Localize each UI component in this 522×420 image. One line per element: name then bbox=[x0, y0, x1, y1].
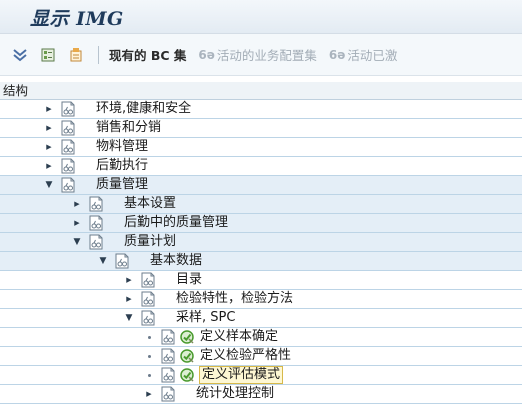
documentation-icon[interactable] bbox=[60, 120, 76, 136]
expand-node-icon[interactable]: ▶ bbox=[124, 271, 134, 289]
structure-header: 结构 bbox=[0, 82, 522, 100]
expand-node-icon[interactable]: ▶ bbox=[144, 385, 154, 403]
tree-node-label[interactable]: 定义样本确定 bbox=[200, 328, 278, 346]
tree-row[interactable]: ▶ 环境,健康和安全 bbox=[0, 100, 522, 119]
expand-node-icon[interactable]: ▶ bbox=[72, 214, 82, 232]
documentation-icon[interactable] bbox=[60, 101, 76, 117]
documentation-icon[interactable] bbox=[140, 291, 156, 307]
execute-activity-icon[interactable] bbox=[179, 348, 195, 364]
tree-row[interactable]: ▼ 采样, SPC bbox=[0, 309, 522, 328]
application-toolbar: 现有的 BC 集 6ə 活动的业务配置集 6ə 活动已激 bbox=[0, 34, 522, 76]
tree-node-label[interactable]: 环境,健康和安全 bbox=[96, 100, 191, 118]
activated-label: 活动已激 bbox=[347, 48, 398, 63]
tree-node-label[interactable]: 定义检验严格性 bbox=[200, 347, 291, 365]
tree-row[interactable]: ▶ 检验特性，检验方法 bbox=[0, 290, 522, 309]
tree-row[interactable]: 定义检验严格性 bbox=[0, 347, 522, 366]
toolbar-separator bbox=[98, 45, 99, 64]
glasses-icon: 6ə bbox=[328, 47, 346, 62]
title-bar: 显示 IMG bbox=[0, 0, 522, 34]
leaf-bullet-icon bbox=[148, 336, 151, 339]
glasses-icon: 6ə bbox=[198, 47, 215, 62]
execute-activity-icon[interactable] bbox=[179, 367, 195, 383]
tree-row[interactable]: ▶ 销售和分销 bbox=[0, 119, 522, 138]
window-title: 显示 IMG bbox=[30, 8, 124, 30]
tree-row[interactable]: ▶ 基本设置 bbox=[0, 195, 522, 214]
tree-row[interactable]: 定义样本确定 bbox=[0, 328, 522, 347]
tree-row[interactable]: 定义评估模式 bbox=[0, 366, 522, 385]
tree-node-label[interactable]: 销售和分销 bbox=[96, 119, 161, 137]
activated-button[interactable]: 6ə 活动已激 bbox=[329, 45, 398, 64]
documentation-icon[interactable] bbox=[140, 272, 156, 288]
documentation-icon[interactable] bbox=[88, 215, 104, 231]
expand-node-icon[interactable]: ▶ bbox=[124, 290, 134, 308]
tree-row[interactable]: ▶ 物料管理 bbox=[0, 138, 522, 157]
expand-node-icon[interactable]: ▶ bbox=[44, 157, 54, 175]
tree-row[interactable]: ▶ 后勤中的质量管理 bbox=[0, 214, 522, 233]
documentation-icon[interactable] bbox=[140, 310, 156, 326]
documentation-icon[interactable] bbox=[160, 367, 176, 383]
documentation-icon[interactable] bbox=[160, 348, 176, 364]
collapse-node-icon[interactable]: ▼ bbox=[98, 252, 108, 270]
tree-node-label[interactable]: 统计处理控制 bbox=[196, 385, 274, 403]
tree-node-label[interactable]: 基本设置 bbox=[124, 195, 176, 213]
tree-node-label[interactable]: 目录 bbox=[176, 271, 202, 289]
tree-row[interactable]: ▶ 统计处理控制 bbox=[0, 385, 522, 404]
bookmark-icon[interactable] bbox=[40, 47, 56, 63]
execute-activity-icon[interactable] bbox=[179, 329, 195, 345]
documentation-icon[interactable] bbox=[60, 139, 76, 155]
expand-node-icon[interactable]: ▶ bbox=[44, 100, 54, 118]
documentation-icon[interactable] bbox=[60, 158, 76, 174]
expand-node-icon[interactable]: ▶ bbox=[44, 119, 54, 137]
documentation-icon[interactable] bbox=[60, 177, 76, 193]
documentation-icon[interactable] bbox=[88, 196, 104, 212]
tree-node-label[interactable]: 后勤中的质量管理 bbox=[124, 214, 228, 232]
release-notes-icon[interactable] bbox=[68, 47, 84, 63]
tree-row[interactable]: ▼ 质量管理 bbox=[0, 176, 522, 195]
tree-node-label[interactable]: 定义评估模式 bbox=[198, 366, 284, 384]
active-business-config-sets-button[interactable]: 6ə 活动的业务配置集 bbox=[198, 45, 317, 64]
tree-row[interactable]: ▶ 后勤执行 bbox=[0, 157, 522, 176]
leaf-bullet-icon bbox=[148, 355, 151, 358]
collapse-node-icon[interactable]: ▼ bbox=[44, 176, 54, 194]
tree-node-label[interactable]: 基本数据 bbox=[150, 252, 202, 270]
tree-node-label[interactable]: 后勤执行 bbox=[96, 157, 148, 175]
documentation-icon[interactable] bbox=[160, 386, 176, 402]
documentation-icon[interactable] bbox=[88, 234, 104, 250]
documentation-icon[interactable] bbox=[114, 253, 130, 269]
tree-node-label[interactable]: 采样, SPC bbox=[176, 309, 235, 327]
tree-row[interactable]: ▼ 质量计划 bbox=[0, 233, 522, 252]
expand-node-icon[interactable]: ▶ bbox=[44, 138, 54, 156]
tree-node-label[interactable]: 质量管理 bbox=[96, 176, 148, 194]
tree-node-label[interactable]: 物料管理 bbox=[96, 138, 148, 156]
collapse-node-icon[interactable]: ▼ bbox=[72, 233, 82, 251]
existing-bc-sets-button[interactable]: 现有的 BC 集 bbox=[109, 45, 186, 64]
tree-row[interactable]: ▼ 基本数据 bbox=[0, 252, 522, 271]
tree-node-label[interactable]: 检验特性，检验方法 bbox=[176, 290, 293, 308]
documentation-icon[interactable] bbox=[160, 329, 176, 345]
active-business-config-sets-label: 活动的业务配置集 bbox=[216, 48, 317, 63]
expand-all-icon[interactable] bbox=[12, 47, 28, 63]
collapse-node-icon[interactable]: ▼ bbox=[124, 309, 134, 327]
expand-node-icon[interactable]: ▶ bbox=[72, 195, 82, 213]
leaf-bullet-icon bbox=[148, 374, 151, 377]
tree-row[interactable]: ▶ 目录 bbox=[0, 271, 522, 290]
tree-node-label[interactable]: 质量计划 bbox=[124, 233, 176, 251]
